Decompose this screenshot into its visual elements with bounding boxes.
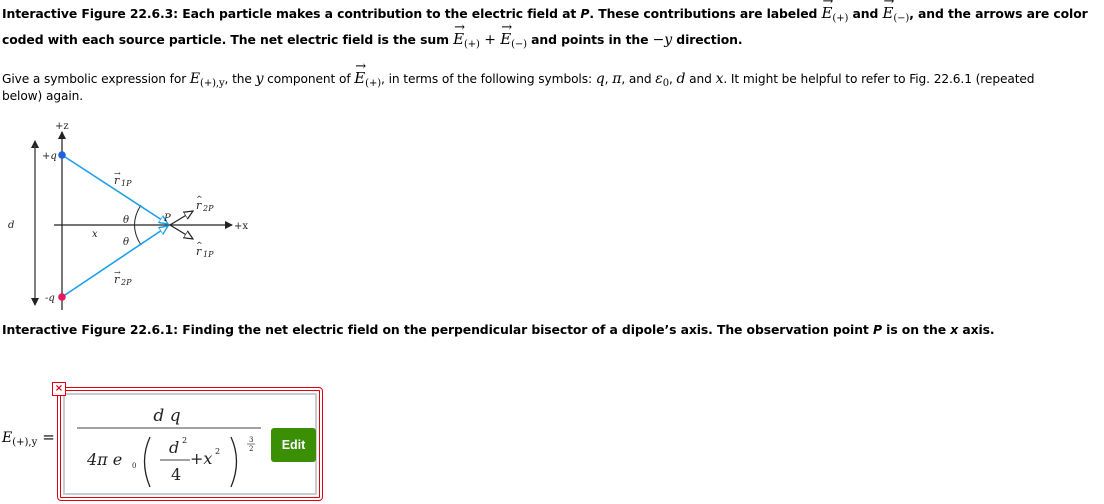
negative-charge bbox=[58, 293, 66, 301]
caption-text: direction. bbox=[672, 32, 743, 47]
left-parenthesis bbox=[143, 436, 151, 488]
d-squared: d bbox=[169, 438, 179, 457]
svg-text:^: ^ bbox=[196, 195, 203, 204]
theta-top-label: θ bbox=[123, 215, 129, 226]
E-vector-symbol: E bbox=[354, 59, 366, 86]
r2P-unit-vector bbox=[169, 211, 193, 226]
x-axis-label: x bbox=[950, 322, 959, 337]
caption-text: . These contributions are labeled bbox=[589, 6, 822, 21]
caption-text: Interactive Figure 22.6.1: Finding the n… bbox=[2, 322, 873, 337]
epsilon-subscript: 0 bbox=[132, 462, 136, 470]
r2P-hat-label: r ^ 2P bbox=[196, 195, 214, 213]
figure-22-6-1-caption: Interactive Figure 22.6.1: Finding the n… bbox=[2, 317, 995, 343]
E-vector-symbol: E bbox=[453, 15, 465, 52]
x-axis-label: +x bbox=[234, 221, 248, 232]
E-vector-symbol: E bbox=[882, 0, 894, 26]
E-vector-symbol: E bbox=[500, 15, 512, 52]
dipole-figure: +z +q -q d x θ θ P +x r → 1P r → 2P r ^ … bbox=[8, 121, 248, 310]
prompt-text: , in terms of the following symbols: bbox=[381, 72, 596, 86]
caption-text: and bbox=[848, 6, 883, 21]
answer-label: E(+),y = bbox=[2, 428, 55, 448]
E-plus-y-subscript: (+),y bbox=[200, 78, 225, 89]
prompt-text: and bbox=[685, 72, 716, 86]
d-exponent: 2 bbox=[182, 436, 187, 445]
svg-text:^: ^ bbox=[196, 241, 203, 250]
equals-sign: = bbox=[42, 428, 55, 446]
plus-x-squared: +x bbox=[190, 449, 212, 468]
theta-bottom-label: θ bbox=[123, 237, 129, 248]
x-exponent: 2 bbox=[215, 447, 220, 456]
denominator-coefficient: 4π e bbox=[86, 450, 122, 469]
r1P-vector bbox=[61, 154, 168, 224]
pi-symbol: π bbox=[612, 71, 622, 87]
prompt-text: , and bbox=[621, 72, 656, 86]
point-P-label: P bbox=[872, 322, 882, 337]
prompt-text: Give a symbolic expression for bbox=[2, 72, 190, 86]
svg-text:→: → bbox=[114, 169, 121, 178]
minus-q-label: -q bbox=[45, 293, 55, 304]
z-axis-label: +z bbox=[55, 121, 69, 132]
svg-text:2P: 2P bbox=[202, 204, 214, 213]
svg-text:1P: 1P bbox=[203, 250, 214, 259]
x-distance-label: x bbox=[92, 229, 98, 240]
r2P-vector bbox=[61, 226, 168, 298]
r1P-unit-vector bbox=[169, 224, 193, 239]
positive-charge bbox=[58, 151, 66, 159]
figure-22-6-3-caption-line2: coded with each source particle. The net… bbox=[2, 15, 743, 58]
caption-text: and points in the bbox=[526, 32, 653, 47]
q-symbol: q bbox=[595, 71, 605, 87]
answer-label-E: E bbox=[2, 430, 13, 446]
outer-exponent-denominator: 2 bbox=[249, 445, 253, 453]
svg-text:2P: 2P bbox=[120, 278, 132, 287]
inner-denominator: 4 bbox=[171, 465, 181, 484]
svg-text:→: → bbox=[114, 268, 121, 277]
subscript-minus: (−) bbox=[511, 39, 527, 50]
point-P-label: P bbox=[163, 213, 171, 224]
outer-exponent-numerator: 3 bbox=[249, 436, 253, 444]
d-label: d bbox=[8, 220, 14, 231]
caption-text: is on the bbox=[881, 322, 951, 337]
caption-text: Interactive Figure 22.6.3: Each particle… bbox=[2, 6, 581, 21]
numerator: d q bbox=[153, 406, 180, 426]
minus-y-symbol: −y bbox=[652, 32, 673, 48]
epsilon-symbol: ε bbox=[655, 71, 663, 87]
r1P-hat-label: r ^ 1P bbox=[196, 241, 214, 259]
answer-label-subscript: (+),y bbox=[12, 437, 38, 448]
prompt-text: component of bbox=[263, 72, 355, 86]
question-prompt-line1: Give a symbolic expression for E(+),y, t… bbox=[2, 59, 1035, 92]
r2P-vector-label: r → 2P bbox=[114, 268, 132, 287]
subscript-plus: (+) bbox=[832, 13, 849, 24]
answer-area: E(+),y = × d q 4π e 0 d 2 4 +x 2 3 2 Edi… bbox=[0, 380, 340, 504]
plus-operator: + bbox=[479, 32, 501, 48]
incorrect-icon: × bbox=[52, 382, 66, 396]
E-vector-symbol: E bbox=[822, 0, 834, 26]
caption-text: axis. bbox=[958, 322, 995, 337]
prompt-text: , bbox=[668, 72, 677, 86]
E-plus-y-symbol: E bbox=[189, 71, 201, 87]
subscript-plus: (+) bbox=[463, 39, 480, 50]
edit-button[interactable]: Edit bbox=[271, 428, 316, 462]
r1P-vector-label: r → 1P bbox=[114, 169, 132, 188]
caption-text: coded with each source particle. The net… bbox=[2, 32, 454, 47]
prompt-text: . It might be helpful to refer to Fig. 2… bbox=[723, 72, 1035, 86]
subscript-plus: (+) bbox=[365, 78, 382, 89]
prompt-text: , the bbox=[224, 72, 256, 86]
subscript-minus: (−) bbox=[893, 13, 910, 24]
svg-text:1P: 1P bbox=[121, 179, 132, 188]
caption-text: , and the arrows are color bbox=[909, 6, 1088, 21]
right-parenthesis bbox=[230, 436, 238, 488]
plus-q-label: +q bbox=[42, 151, 57, 162]
question-prompt-line2: below) again. bbox=[2, 89, 84, 103]
